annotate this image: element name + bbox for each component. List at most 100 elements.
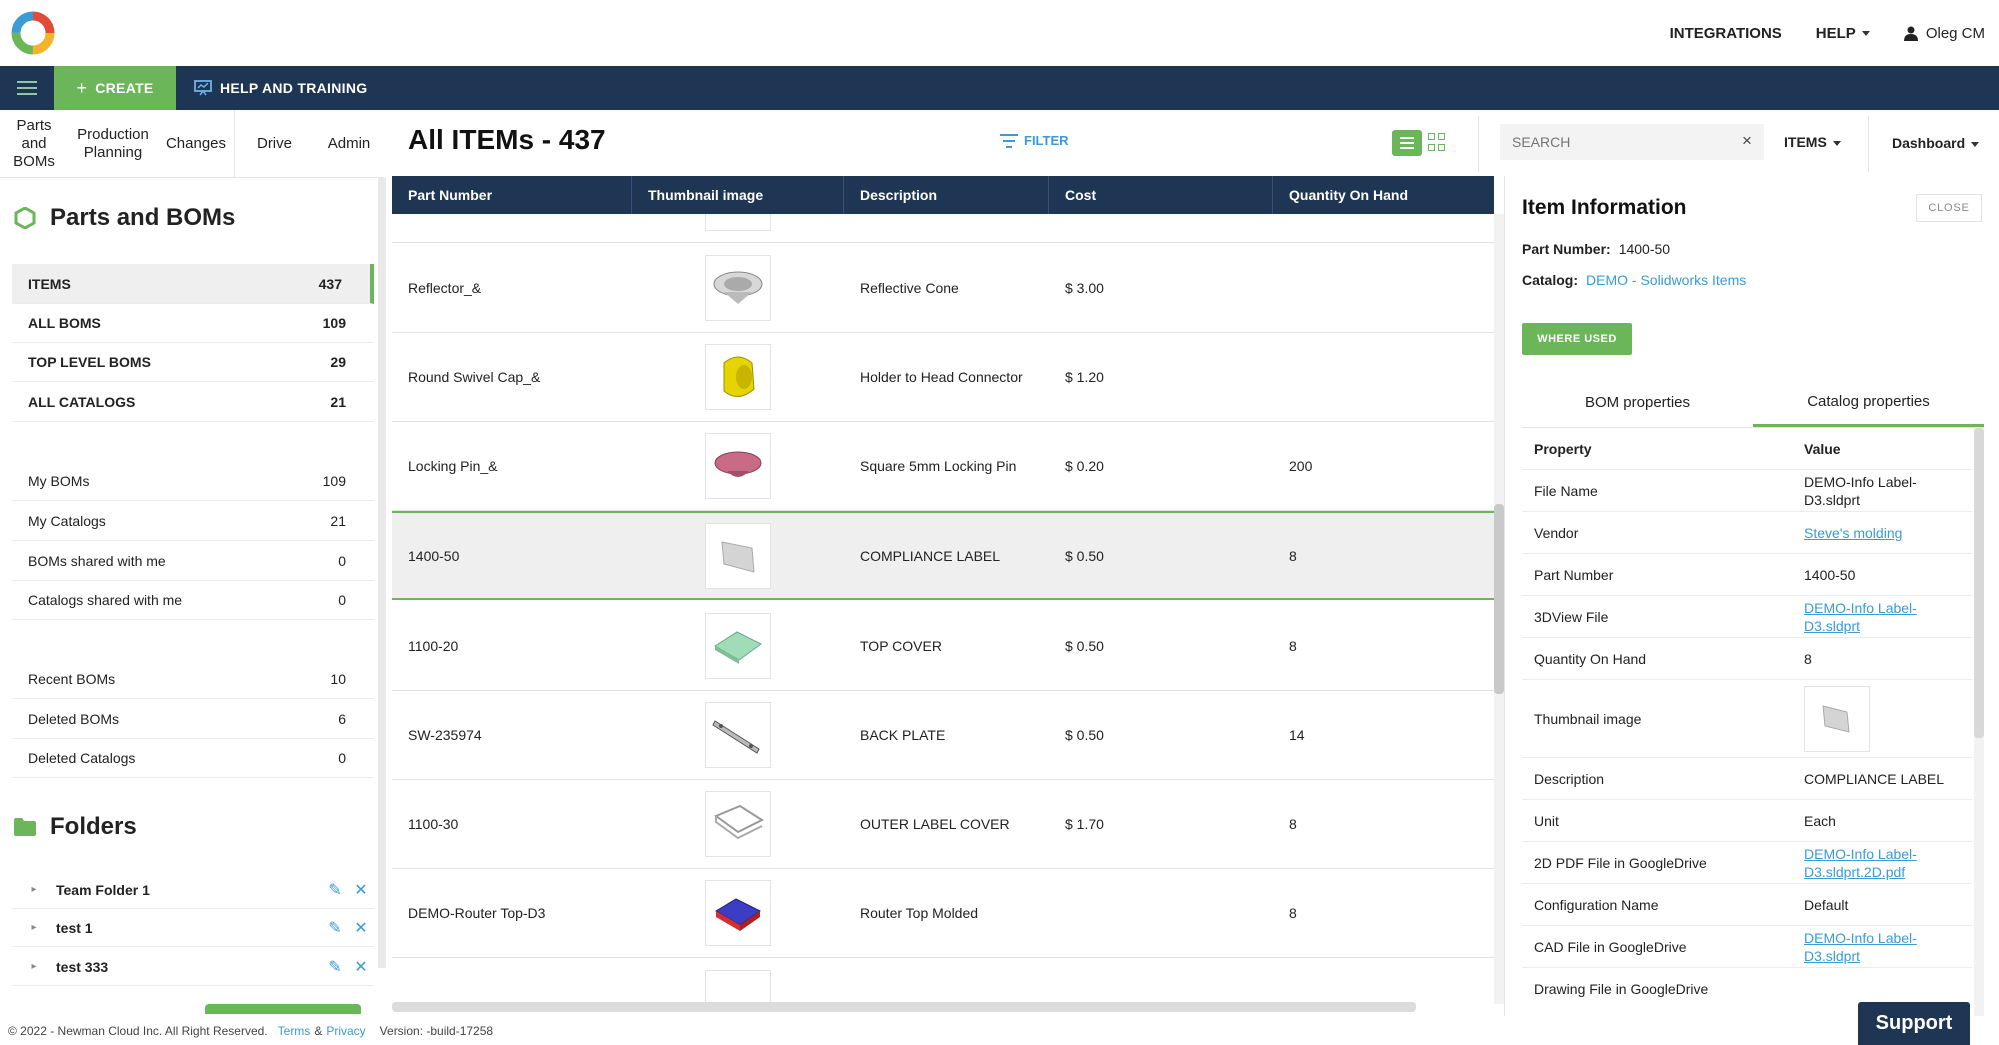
thumbnail-image bbox=[705, 255, 771, 321]
sidebar-item-top-level-boms[interactable]: TOP LEVEL BOMS 29 bbox=[12, 342, 374, 382]
table-body: Reflector_& Reflective Cone $ 3.00 Round… bbox=[392, 214, 1494, 1004]
add-folder-button[interactable] bbox=[205, 1004, 361, 1014]
user-menu[interactable]: Oleg CM bbox=[1903, 25, 1985, 42]
folder-item[interactable]: ▸ Team Folder 1 ✎ ✕ bbox=[12, 871, 374, 909]
column-header-label: Part Number bbox=[408, 187, 493, 203]
clear-search-icon[interactable]: × bbox=[1742, 131, 1752, 151]
chevron-right-icon[interactable]: ▸ bbox=[12, 884, 56, 895]
version-text: Version: -build-17258 bbox=[379, 1023, 494, 1038]
tab-bom-properties[interactable]: BOM properties bbox=[1522, 378, 1753, 427]
thumbnail-image bbox=[705, 880, 771, 946]
part-number-value: 1400-50 bbox=[1618, 241, 1671, 257]
thumbnail-image bbox=[705, 613, 771, 679]
column-header-description[interactable]: Description bbox=[844, 176, 1049, 214]
dashboard-dropdown[interactable]: Dashboard bbox=[1892, 135, 1980, 151]
tab-parts-and-boms[interactable]: Parts and BOMs bbox=[0, 110, 68, 177]
tab-catalog-properties[interactable]: Catalog properties bbox=[1753, 378, 1984, 427]
pencil-icon[interactable]: ✎ bbox=[322, 880, 348, 900]
cell-description: Square 5mm Locking Pin bbox=[860, 458, 1017, 474]
property-value: 8 bbox=[1804, 650, 1812, 667]
table-row[interactable]: 1100-30 OUTER LABEL COVER $ 1.70 8 bbox=[392, 780, 1494, 869]
cell-part-number: Locking Pin_& bbox=[408, 458, 498, 474]
table-row[interactable]: DEMO-Router Top-D3 Router Top Molded 8 bbox=[392, 869, 1494, 958]
property-key: Drawing File in GoogleDrive bbox=[1534, 981, 1709, 997]
column-header-label: Description bbox=[860, 187, 938, 203]
footer: © 2022 - Newman Cloud Inc. All Right Res… bbox=[0, 1016, 1999, 1045]
folder-item[interactable]: ▸ test 1 ✎ ✕ bbox=[12, 909, 374, 947]
chevron-right-icon[interactable]: ▸ bbox=[12, 922, 56, 933]
sidebar-item-all-catalogs[interactable]: ALL CATALOGS 21 bbox=[12, 382, 374, 422]
panel-scrollbar[interactable] bbox=[1974, 428, 1984, 1018]
create-button[interactable]: + CREATE bbox=[54, 66, 176, 110]
sidebar-item-my-boms[interactable]: My BOMs 109 bbox=[12, 461, 374, 501]
support-button[interactable]: Support bbox=[1858, 1002, 1970, 1045]
tab-changes[interactable]: Changes bbox=[158, 110, 234, 177]
pencil-icon[interactable]: ✎ bbox=[322, 918, 348, 938]
tab-label: Production Planning bbox=[77, 125, 149, 161]
filter-button[interactable]: FILTER bbox=[1000, 133, 1069, 148]
table-header: Part Number Thumbnail image Description … bbox=[392, 176, 1494, 214]
column-header-part-number[interactable]: Part Number bbox=[392, 176, 632, 214]
tab-admin[interactable]: Admin bbox=[314, 110, 384, 177]
folder-item[interactable]: ▸ test 333 ✎ ✕ bbox=[12, 948, 374, 986]
search-input[interactable] bbox=[1500, 124, 1764, 160]
close-icon[interactable]: ✕ bbox=[348, 957, 374, 977]
grid-view-icon[interactable] bbox=[1428, 133, 1446, 151]
close-button[interactable]: CLOSE bbox=[1916, 194, 1982, 222]
sidebar-item-catalogs-shared[interactable]: Catalogs shared with me 0 bbox=[12, 580, 374, 620]
integrations-link[interactable]: INTEGRATIONS bbox=[1670, 25, 1782, 42]
value-header: Value bbox=[1804, 440, 1841, 457]
table-row[interactable]: Round Swivel Cap_& Holder to Head Connec… bbox=[392, 333, 1494, 422]
sidebar-item-label: My BOMs bbox=[28, 472, 90, 489]
list-view-icon[interactable] bbox=[1392, 130, 1422, 156]
table-row-selected[interactable]: 1400-50 COMPLIANCE LABEL $ 0.50 8 bbox=[392, 511, 1494, 600]
app-logo-icon[interactable] bbox=[10, 10, 56, 56]
pencil-icon[interactable]: ✎ bbox=[322, 957, 348, 977]
table-horizontal-scrollbar[interactable] bbox=[392, 1002, 1416, 1012]
item-info-title: Item Information bbox=[1522, 196, 1687, 219]
property-link[interactable]: DEMO-Info Label-D3.sldprt bbox=[1804, 929, 1972, 965]
tab-drive[interactable]: Drive bbox=[234, 110, 314, 177]
table-row[interactable] bbox=[392, 214, 1494, 243]
property-row: Configuration Name Default bbox=[1522, 884, 1972, 926]
table-row[interactable]: Locking Pin_& Square 5mm Locking Pin $ 0… bbox=[392, 422, 1494, 511]
sidebar-item-all-boms[interactable]: ALL BOMS 109 bbox=[12, 303, 374, 343]
column-header-quantity[interactable]: Quantity On Hand bbox=[1273, 176, 1494, 214]
folders-title-text: Folders bbox=[50, 813, 137, 840]
module-tabs: Parts and BOMs Production Planning Chang… bbox=[0, 110, 384, 178]
create-label: CREATE bbox=[95, 80, 154, 96]
sidebar-item-my-catalogs[interactable]: My Catalogs 21 bbox=[12, 501, 374, 541]
tab-production-planning[interactable]: Production Planning bbox=[68, 110, 158, 177]
help-menu[interactable]: HELP bbox=[1816, 25, 1870, 42]
table-row[interactable]: Reflector_& Reflective Cone $ 3.00 bbox=[392, 244, 1494, 333]
terms-link[interactable]: Terms bbox=[278, 1024, 311, 1038]
hamburger-menu-icon[interactable] bbox=[0, 66, 54, 110]
sidebar-item-recent-boms[interactable]: Recent BOMs 10 bbox=[12, 659, 374, 699]
close-icon[interactable]: ✕ bbox=[348, 880, 374, 900]
sidebar-item-boms-shared[interactable]: BOMs shared with me 0 bbox=[12, 541, 374, 581]
table-scrollbar[interactable] bbox=[1494, 214, 1504, 1004]
sidebar-item-items[interactable]: ITEMS 437 bbox=[12, 264, 374, 304]
property-link[interactable]: DEMO-Info Label-D3.sldprt.2D.pdf bbox=[1804, 845, 1972, 881]
table-row[interactable] bbox=[392, 958, 1494, 1004]
catalog-link[interactable]: DEMO - Solidworks Items bbox=[1586, 272, 1746, 288]
sidebar-scrollbar[interactable] bbox=[378, 178, 386, 968]
property-link[interactable]: Steve's molding bbox=[1804, 524, 1972, 542]
column-header-cost[interactable]: Cost bbox=[1049, 176, 1273, 214]
chevron-right-icon[interactable]: ▸ bbox=[12, 961, 56, 972]
property-key: 3DView File bbox=[1534, 608, 1609, 625]
folder-name: test 1 bbox=[56, 919, 93, 936]
property-link[interactable]: DEMO-Info Label-D3.sldprt bbox=[1804, 599, 1972, 635]
column-header-thumbnail[interactable]: Thumbnail image bbox=[632, 176, 844, 214]
cell-cost: $ 0.50 bbox=[1065, 727, 1104, 743]
table-row[interactable]: 1100-20 TOP COVER $ 0.50 8 bbox=[392, 602, 1494, 691]
user-icon bbox=[1903, 26, 1918, 41]
sidebar-item-deleted-catalogs[interactable]: Deleted Catalogs 0 bbox=[12, 738, 374, 778]
where-used-button[interactable]: WHERE USED bbox=[1522, 323, 1632, 355]
sidebar-item-deleted-boms[interactable]: Deleted BOMs 6 bbox=[12, 699, 374, 739]
table-row[interactable]: SW-235974 BACK PLATE $ 0.50 14 bbox=[392, 691, 1494, 780]
help-training-link[interactable]: HELP AND TRAINING bbox=[176, 66, 367, 110]
items-dropdown[interactable]: ITEMS bbox=[1784, 134, 1841, 150]
close-icon[interactable]: ✕ bbox=[348, 918, 374, 938]
privacy-link[interactable]: Privacy bbox=[326, 1024, 365, 1038]
